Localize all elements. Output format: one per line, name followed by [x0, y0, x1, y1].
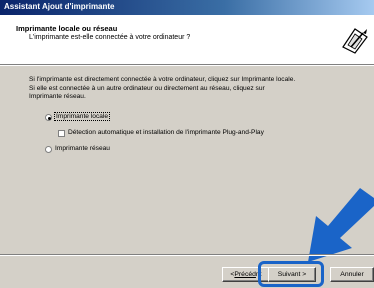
cancel-button-label: Annuler	[340, 271, 364, 278]
instructions-line-3: Imprimante réseau.	[29, 93, 86, 100]
network-printer-label[interactable]: Imprimante réseau	[55, 145, 110, 152]
local-printer-label[interactable]: Imprimante locale	[53, 112, 111, 121]
pnp-detection-label[interactable]: Détection automatique et installation de…	[68, 129, 264, 136]
wizard-header: Imprimante locale ou réseau L'imprimante…	[0, 15, 374, 65]
instructions-line-2: Si elle est connectée à un autre ordinat…	[29, 84, 265, 92]
local-printer-radio[interactable]	[45, 114, 52, 121]
pnp-detection-checkbox[interactable]	[58, 130, 65, 137]
header-separator	[0, 65, 374, 66]
back-button-label: Précéd	[234, 271, 256, 278]
pointer-arrow-icon	[308, 188, 374, 262]
cancel-button[interactable]: Annuler	[330, 267, 374, 282]
printer-wizard-icon	[342, 28, 368, 54]
next-button-highlight	[258, 261, 324, 287]
instructions-line-1: Si l'imprimante est directement connecté…	[29, 76, 296, 83]
header-subtitle: L'imprimante est-elle connectée à votre …	[29, 34, 191, 41]
header-title: Imprimante locale ou réseau	[16, 24, 118, 33]
title-bar[interactable]: Assistant Ajout d'imprimante	[0, 0, 374, 15]
network-printer-radio[interactable]	[45, 146, 52, 153]
footer-divider	[0, 254, 374, 256]
instructions-text: Si l'imprimante est directement connecté…	[29, 76, 349, 102]
window-title: Assistant Ajout d'imprimante	[4, 2, 115, 11]
